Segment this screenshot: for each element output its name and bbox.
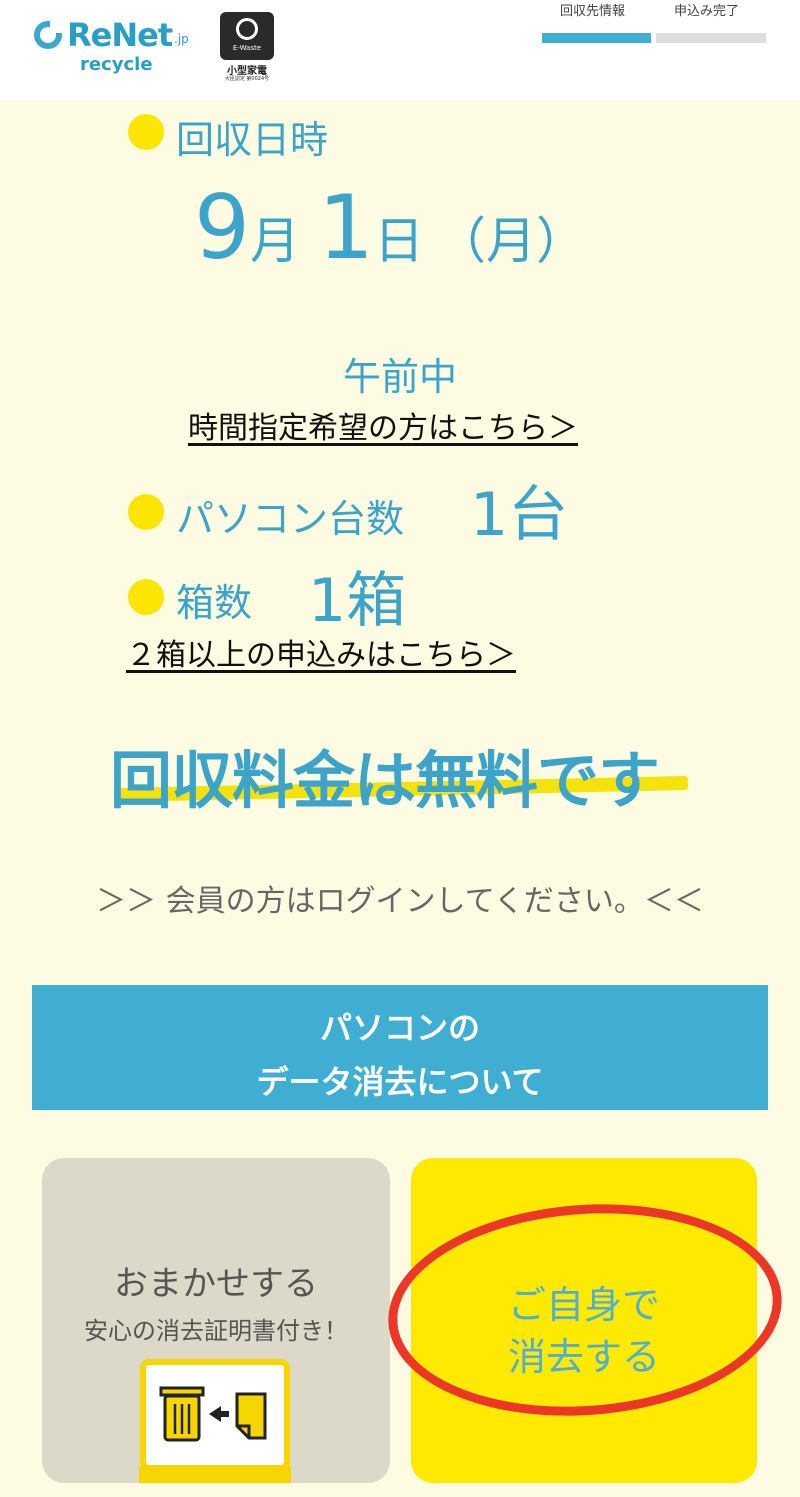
banner-line2: データ消去について (256, 1063, 544, 1101)
pc-count-value[interactable]: 1台 (470, 466, 568, 553)
date-day-number: 1 (318, 176, 374, 279)
badge-ewaste-label: E-Waste (232, 44, 262, 52)
box-count-value[interactable]: 1箱 (308, 552, 406, 639)
date-weekday: （月） (436, 212, 586, 270)
laptop-trash-icon (139, 1359, 291, 1483)
date-month-number: 9 (194, 176, 250, 279)
progress-steps: 回収先情報 申込み完了 (542, 0, 766, 50)
step-bar-info (542, 33, 651, 43)
bullet-dot-icon (128, 494, 164, 530)
multiple-box-link[interactable]: ２箱以上の申込みはこちら＞ (126, 630, 516, 674)
option-left-subtitle: 安心の消去証明書付き！ (84, 1317, 348, 1345)
badge-cert: 大臣認定 第0024号 (224, 76, 270, 82)
logo-sub: recycle (80, 54, 153, 75)
bullet-dot-icon (128, 114, 164, 150)
pickup-date: 9月 1日 （月） (194, 176, 586, 279)
option-left-title: おまかせする (114, 1264, 318, 1304)
pickup-time-slot: 午前中 (342, 355, 457, 399)
banner-line1: パソコンの (319, 1009, 480, 1047)
free-fee-text: 回収料金は無料です (110, 744, 660, 817)
free-fee-notice: 回収料金は無料です (110, 730, 690, 817)
step-bar-complete (656, 33, 766, 43)
option-leave-to-us[interactable]: おまかせする 安心の消去証明書付き！ (42, 1158, 390, 1483)
ewaste-logo-icon (220, 12, 274, 60)
date-month-unit: 月 (250, 212, 300, 270)
box-count-label: 箱数 (176, 581, 253, 625)
member-login-link[interactable]: ＞＞ 会員の方はログインしてください。＜＜ (0, 876, 800, 920)
step-label-info: 回収先情報 (560, 4, 626, 19)
app-header: ReNet .jp recycle E-Waste 小型家電 大臣認定 第002… (0, 0, 800, 100)
renet-logo[interactable]: ReNet .jp recycle (34, 16, 194, 82)
bullet-dot-icon (128, 579, 164, 615)
pc-count-label: パソコン台数 (176, 497, 405, 541)
logo-suffix: .jp (174, 32, 189, 46)
recycle-logo-icon (34, 21, 62, 49)
data-erase-banner: パソコンの データ消去について (32, 985, 768, 1110)
time-designation-link[interactable]: 時間指定希望の方はこちら＞ (188, 403, 578, 447)
logo-main: ReNet (67, 16, 173, 54)
ewaste-badge: E-Waste 小型家電 大臣認定 第0024号 (218, 12, 276, 84)
date-day-unit: 日 (374, 212, 424, 270)
pickup-date-heading: 回収日時 (176, 118, 329, 162)
step-label-complete: 申込み完了 (674, 4, 740, 19)
